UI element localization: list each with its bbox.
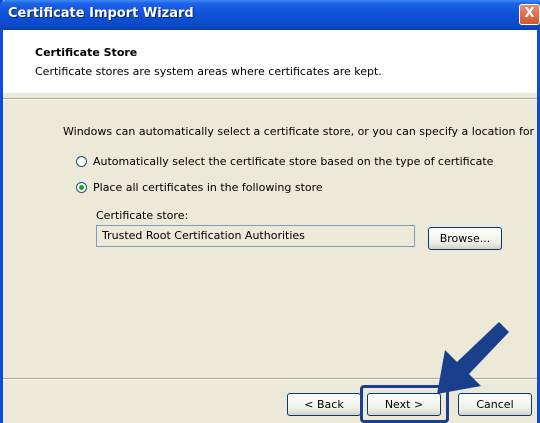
certificate-store-field: Trusted Root Certification Authorities [96, 225, 415, 247]
radio-place-in-store[interactable]: Place all certificates in the following … [76, 181, 323, 194]
page-title: Certificate Store [35, 46, 138, 59]
radio-auto-label[interactable]: Automatically select the certificate sto… [93, 155, 493, 168]
wizard-header: Certificate Store Certificate stores are… [3, 30, 537, 93]
certificate-store-label: Certificate store: [96, 209, 189, 222]
page-subtitle: Certificate stores are system areas wher… [35, 65, 382, 78]
radio-place-label[interactable]: Place all certificates in the following … [93, 181, 323, 194]
window-title: Certificate Import Wizard [8, 6, 194, 21]
back-button[interactable]: < Back [287, 393, 361, 416]
title-bar[interactable]: Certificate Import Wizard X [0, 0, 540, 30]
intro-text: Windows can automatically select a certi… [63, 125, 535, 138]
close-button[interactable]: X [519, 4, 540, 25]
header-divider [3, 98, 537, 100]
certificate-import-wizard-window: Certificate Import Wizard X Certificate … [0, 0, 540, 423]
radio-button-auto[interactable] [76, 156, 87, 167]
radio-button-place[interactable] [76, 182, 87, 193]
pointer-arrow-icon [437, 322, 509, 394]
browse-button[interactable]: Browse... [428, 227, 502, 250]
radio-auto-select[interactable]: Automatically select the certificate sto… [76, 155, 493, 168]
